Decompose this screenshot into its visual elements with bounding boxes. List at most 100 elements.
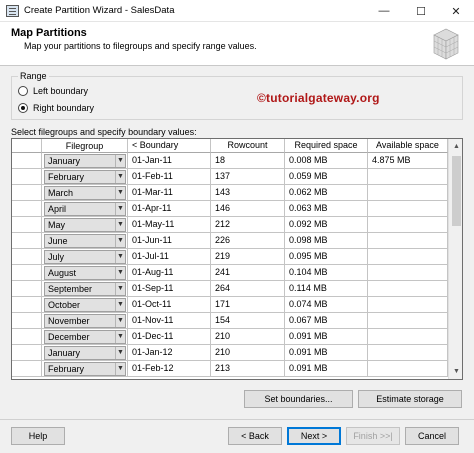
chevron-down-icon[interactable]: ▼ <box>115 219 125 231</box>
column-header-rowcount[interactable]: Rowcount <box>211 139 285 153</box>
filegroup-cell[interactable]: November ▼ <box>42 313 128 329</box>
table-row[interactable]: August ▼ 01-Aug-11 241 0.104 MB <box>12 265 448 281</box>
row-selector[interactable] <box>12 313 42 329</box>
filegroup-dropdown[interactable]: July ▼ <box>44 250 126 264</box>
scroll-up-icon[interactable]: ▲ <box>449 139 462 154</box>
row-selector[interactable] <box>12 281 42 297</box>
row-selector[interactable] <box>12 249 42 265</box>
filegroup-dropdown[interactable]: August ▼ <box>44 266 126 280</box>
row-selector[interactable] <box>12 329 42 345</box>
filegroup-dropdown[interactable]: April ▼ <box>44 202 126 216</box>
chevron-down-icon[interactable]: ▼ <box>115 155 125 167</box>
filegroup-cell[interactable]: April ▼ <box>42 201 128 217</box>
chevron-down-icon[interactable]: ▼ <box>115 171 125 183</box>
boundary-cell[interactable]: 01-Jan-12 <box>128 345 211 361</box>
table-row[interactable]: December ▼ 01-Dec-11 210 0.091 MB <box>12 329 448 345</box>
filegroup-dropdown[interactable]: October ▼ <box>44 298 126 312</box>
boundary-cell[interactable]: 01-Nov-11 <box>128 313 211 329</box>
filegroup-cell[interactable]: July ▼ <box>42 249 128 265</box>
table-row[interactable]: July ▼ 01-Jul-11 219 0.095 MB <box>12 249 448 265</box>
boundary-cell[interactable]: 01-Apr-11 <box>128 201 211 217</box>
filegroup-dropdown[interactable]: December ▼ <box>44 330 126 344</box>
table-row[interactable]: September ▼ 01-Sep-11 264 0.114 MB <box>12 281 448 297</box>
row-selector[interactable] <box>12 153 42 169</box>
cancel-button[interactable]: Cancel <box>405 427 459 445</box>
help-button[interactable]: Help <box>11 427 65 445</box>
boundary-cell[interactable]: 01-Aug-11 <box>128 265 211 281</box>
chevron-down-icon[interactable]: ▼ <box>115 187 125 199</box>
table-row[interactable]: October ▼ 01-Oct-11 171 0.074 MB <box>12 297 448 313</box>
filegroup-dropdown[interactable]: February ▼ <box>44 362 126 376</box>
boundary-cell[interactable]: 01-Jan-11 <box>128 153 211 169</box>
boundary-cell[interactable]: 01-Jun-11 <box>128 233 211 249</box>
filegroup-cell[interactable]: August ▼ <box>42 265 128 281</box>
filegroup-cell[interactable]: January ▼ <box>42 153 128 169</box>
filegroup-dropdown[interactable]: May ▼ <box>44 218 126 232</box>
filegroup-dropdown[interactable]: March ▼ <box>44 186 126 200</box>
table-row[interactable]: January ▼ 01-Jan-12 210 0.091 MB <box>12 345 448 361</box>
row-selector[interactable] <box>12 201 42 217</box>
column-header-required-space[interactable]: Required space <box>285 139 368 153</box>
row-selector[interactable] <box>12 217 42 233</box>
next-button[interactable]: Next > <box>287 427 341 445</box>
boundary-cell[interactable]: 01-Feb-12 <box>128 361 211 377</box>
chevron-down-icon[interactable]: ▼ <box>115 299 125 311</box>
filegroup-cell[interactable]: March ▼ <box>42 185 128 201</box>
chevron-down-icon[interactable]: ▼ <box>115 251 125 263</box>
chevron-down-icon[interactable]: ▼ <box>115 203 125 215</box>
scroll-down-icon[interactable]: ▼ <box>449 364 462 379</box>
row-selector[interactable] <box>12 233 42 249</box>
radio-unchecked-icon[interactable] <box>18 86 28 96</box>
filegroup-dropdown[interactable]: February ▼ <box>44 170 126 184</box>
chevron-down-icon[interactable]: ▼ <box>115 283 125 295</box>
finish-button[interactable]: Finish >>| <box>346 427 400 445</box>
partition-grid[interactable]: Filegroup < Boundary Rowcount Required s… <box>11 138 463 380</box>
column-header-available-space[interactable]: Available space <box>368 139 448 153</box>
filegroup-dropdown[interactable]: January ▼ <box>44 346 126 360</box>
column-header-filegroup[interactable]: Filegroup <box>42 139 128 153</box>
row-selector[interactable] <box>12 297 42 313</box>
table-row[interactable]: November ▼ 01-Nov-11 154 0.067 MB <box>12 313 448 329</box>
row-selector[interactable] <box>12 169 42 185</box>
row-selector[interactable] <box>12 361 42 377</box>
chevron-down-icon[interactable]: ▼ <box>115 267 125 279</box>
right-boundary-radio[interactable]: Right boundary <box>18 103 94 113</box>
chevron-down-icon[interactable]: ▼ <box>115 315 125 327</box>
filegroup-dropdown[interactable]: January ▼ <box>44 154 126 168</box>
filegroup-dropdown[interactable]: June ▼ <box>44 234 126 248</box>
filegroup-cell[interactable]: December ▼ <box>42 329 128 345</box>
table-row[interactable]: January ▼ 01-Jan-11 18 0.008 MB 4.875 MB <box>12 153 448 169</box>
table-row[interactable]: February ▼ 01-Feb-12 213 0.091 MB <box>12 361 448 377</box>
scroll-thumb[interactable] <box>452 156 461 226</box>
filegroup-cell[interactable]: February ▼ <box>42 169 128 185</box>
row-selector[interactable] <box>12 265 42 281</box>
filegroup-cell[interactable]: October ▼ <box>42 297 128 313</box>
close-button[interactable]: ✕ <box>438 0 474 22</box>
back-button[interactable]: < Back <box>228 427 282 445</box>
filegroup-dropdown[interactable]: November ▼ <box>44 314 126 328</box>
grid-vertical-scrollbar[interactable]: ▲ ▼ <box>448 139 462 379</box>
maximize-button[interactable]: ☐ <box>403 0 439 22</box>
table-row[interactable]: April ▼ 01-Apr-11 146 0.063 MB <box>12 201 448 217</box>
filegroup-cell[interactable]: January ▼ <box>42 345 128 361</box>
table-row[interactable]: February ▼ 01-Feb-11 137 0.059 MB <box>12 169 448 185</box>
boundary-cell[interactable]: 01-Sep-11 <box>128 281 211 297</box>
boundary-cell[interactable]: 01-May-11 <box>128 217 211 233</box>
boundary-cell[interactable]: 01-Dec-11 <box>128 329 211 345</box>
radio-checked-icon[interactable] <box>18 103 28 113</box>
estimate-storage-button[interactable]: Estimate storage <box>358 390 462 408</box>
chevron-down-icon[interactable]: ▼ <box>115 363 125 375</box>
table-row[interactable]: May ▼ 01-May-11 212 0.092 MB <box>12 217 448 233</box>
boundary-cell[interactable]: 01-Feb-11 <box>128 169 211 185</box>
row-selector[interactable] <box>12 185 42 201</box>
chevron-down-icon[interactable]: ▼ <box>115 235 125 247</box>
set-boundaries-button[interactable]: Set boundaries... <box>244 390 353 408</box>
chevron-down-icon[interactable]: ▼ <box>115 331 125 343</box>
table-row[interactable]: March ▼ 01-Mar-11 143 0.062 MB <box>12 185 448 201</box>
filegroup-cell[interactable]: May ▼ <box>42 217 128 233</box>
left-boundary-radio[interactable]: Left boundary <box>18 86 88 96</box>
filegroup-cell[interactable]: February ▼ <box>42 361 128 377</box>
boundary-cell[interactable]: 01-Jul-11 <box>128 249 211 265</box>
boundary-cell[interactable]: 01-Oct-11 <box>128 297 211 313</box>
table-row[interactable]: June ▼ 01-Jun-11 226 0.098 MB <box>12 233 448 249</box>
